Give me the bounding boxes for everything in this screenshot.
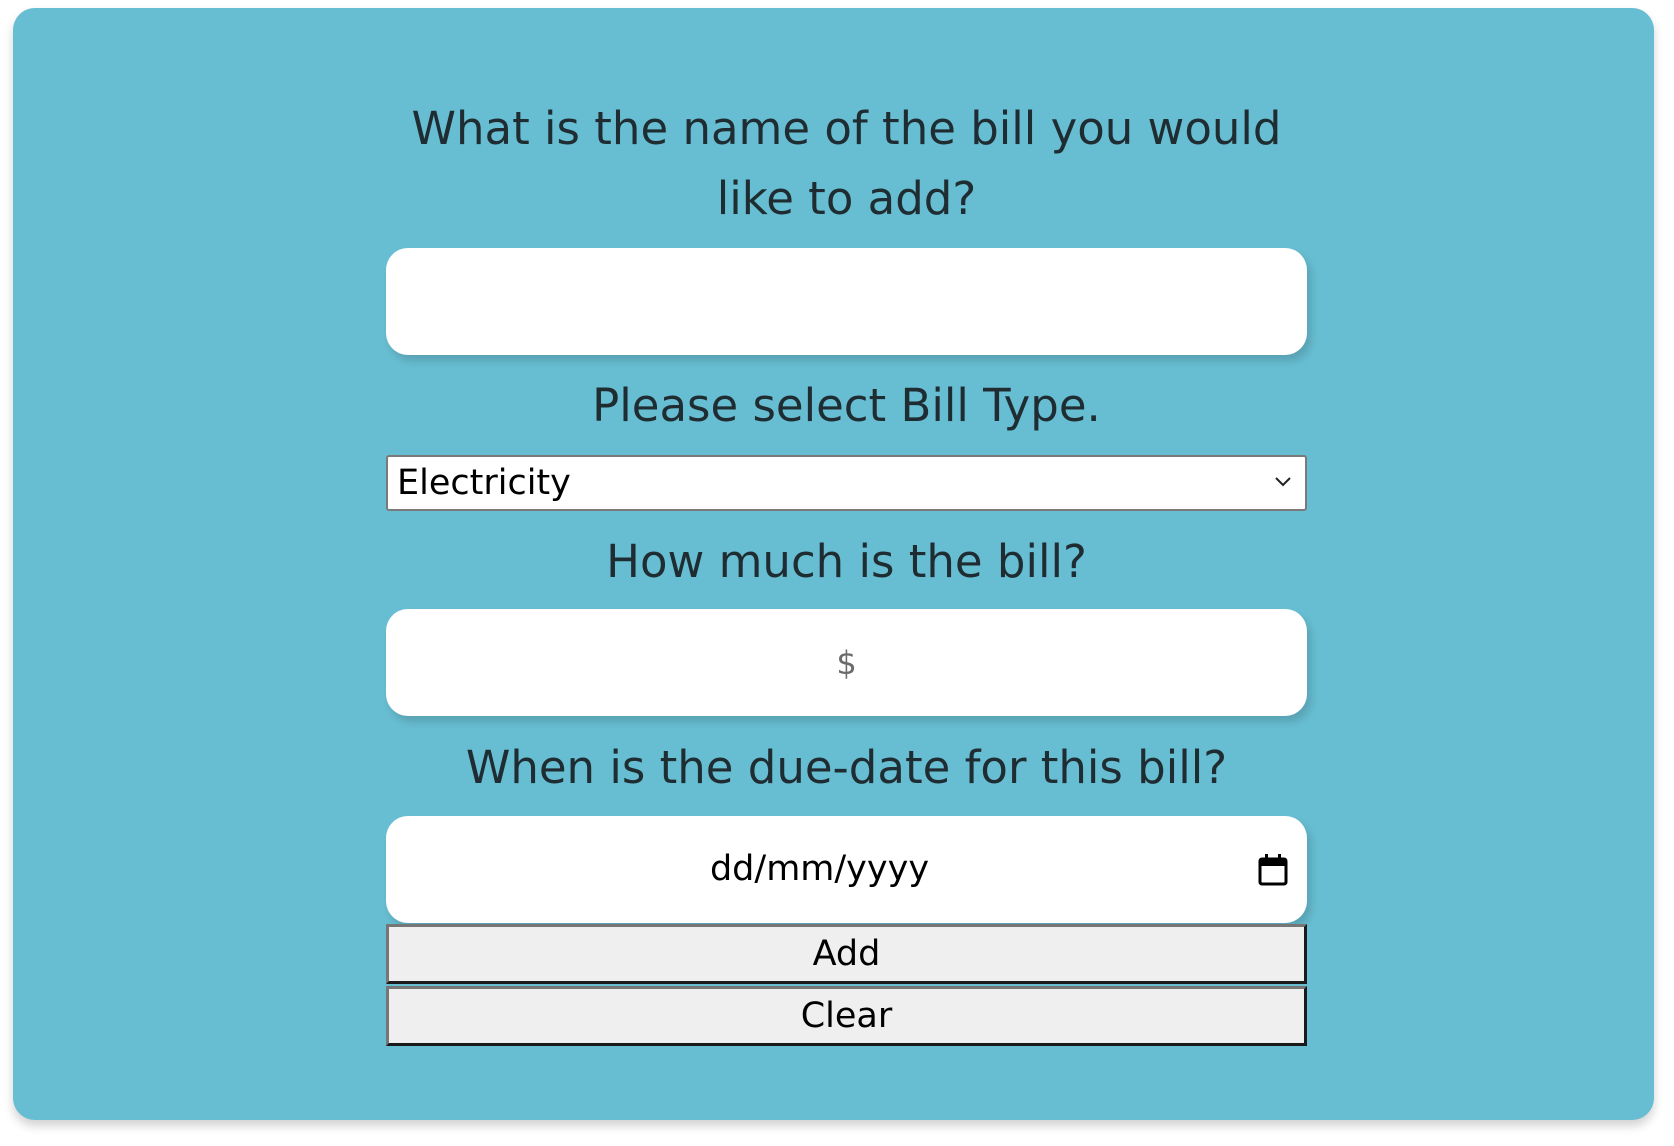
date-placeholder: dd/mm/yyyy: [709, 849, 930, 889]
bill-type-question: Please select Bill Type.: [592, 379, 1101, 432]
bill-due-date-input[interactable]: dd/mm/yyyy: [386, 816, 1307, 923]
calendar-icon[interactable]: [1257, 853, 1289, 887]
bill-name-question-line2: like to add?: [716, 172, 977, 225]
bill-amount-question: How much is the bill?: [606, 535, 1087, 588]
bill-name-question-line1: What is the name of the bill you would: [411, 102, 1282, 155]
bill-name-input[interactable]: [386, 248, 1307, 355]
bill-form-card: What is the name of the bill you would l…: [13, 8, 1654, 1120]
bill-due-date-question: When is the due-date for this bill?: [465, 741, 1228, 794]
bill-type-selected-value: Electricity: [397, 463, 571, 503]
bill-type-select[interactable]: Electricity: [386, 455, 1307, 511]
add-button[interactable]: Add: [386, 924, 1307, 984]
clear-button[interactable]: Clear: [386, 986, 1307, 1046]
chevron-down-icon: [1275, 477, 1291, 487]
bill-amount-input[interactable]: [386, 609, 1307, 716]
bill-name-question: What is the name of the bill you would l…: [386, 94, 1307, 234]
